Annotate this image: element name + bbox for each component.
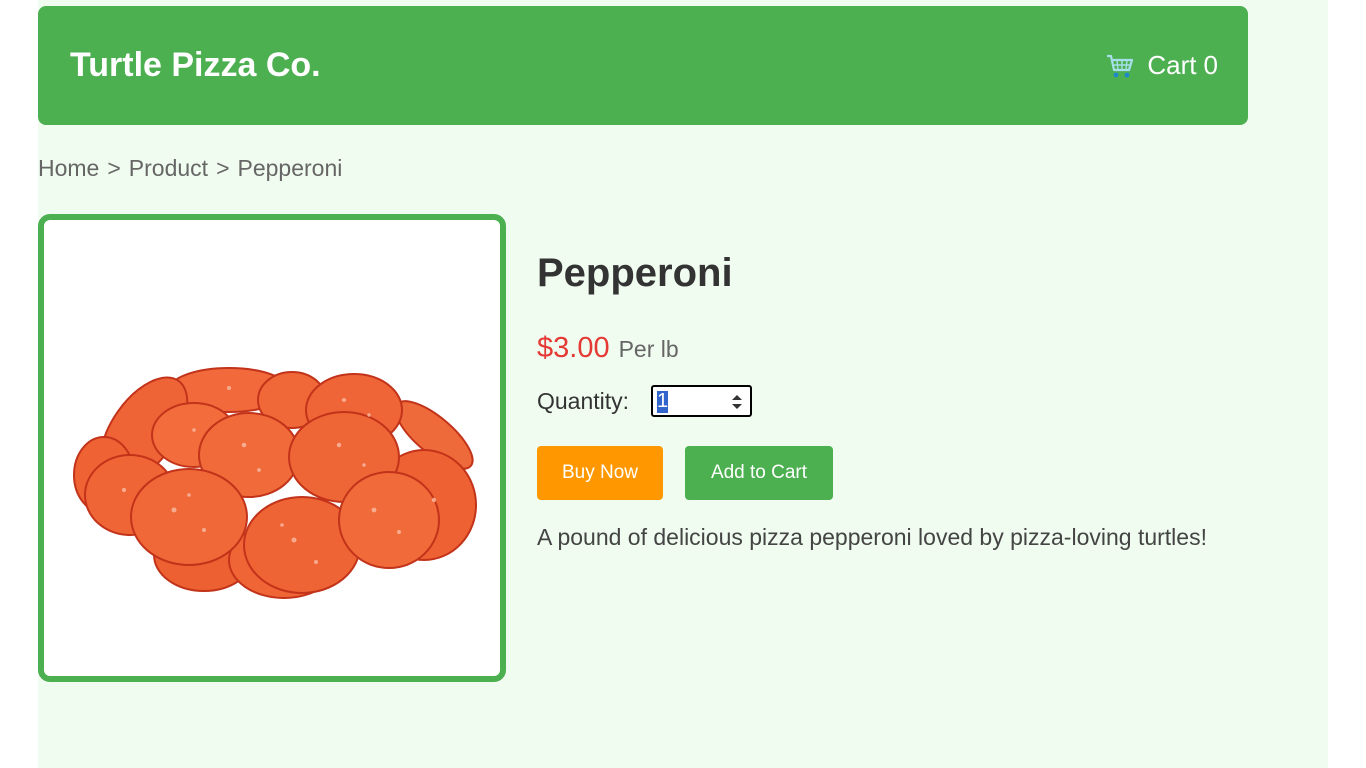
breadcrumb-current: Pepperoni [237,155,343,181]
action-buttons: Buy Now Add to Cart [537,446,1267,500]
site-header: Turtle Pizza Co. Cart 0 [38,6,1248,125]
add-to-cart-button[interactable]: Add to Cart [685,446,833,500]
spinner-arrows-icon[interactable] [730,393,744,411]
breadcrumb: Home > Product > Pepperoni [38,155,342,182]
cart-label: Cart [1147,50,1197,80]
quantity-input[interactable] [657,390,726,412]
product-image-frame [38,214,506,682]
pepperoni-image [73,367,477,599]
product-price: $3.00 [537,332,610,364]
product-details: Pepperoni $3.00 Per lb Quantity: Buy Now… [537,248,1267,551]
price-unit: Per lb [618,336,679,362]
breadcrumb-separator: > [216,155,230,181]
breadcrumb-product[interactable]: Product [129,155,208,181]
product-title: Pepperoni [537,251,733,295]
quantity-stepper[interactable] [651,385,753,417]
breadcrumb-separator: > [107,155,121,181]
brand-title[interactable]: Turtle Pizza Co. [70,46,321,85]
breadcrumb-home[interactable]: Home [38,155,99,181]
cart-link[interactable]: Cart 0 [1106,50,1218,81]
cart-count: 0 [1203,50,1218,80]
shopping-cart-icon [1107,54,1134,77]
buy-now-button[interactable]: Buy Now [537,446,663,500]
quantity-row: Quantity: [537,385,1267,417]
price-row: $3.00 Per lb [537,332,1267,365]
product-description: A pound of delicious pizza pepperoni lov… [537,524,1207,550]
quantity-label: Quantity: [537,387,630,414]
